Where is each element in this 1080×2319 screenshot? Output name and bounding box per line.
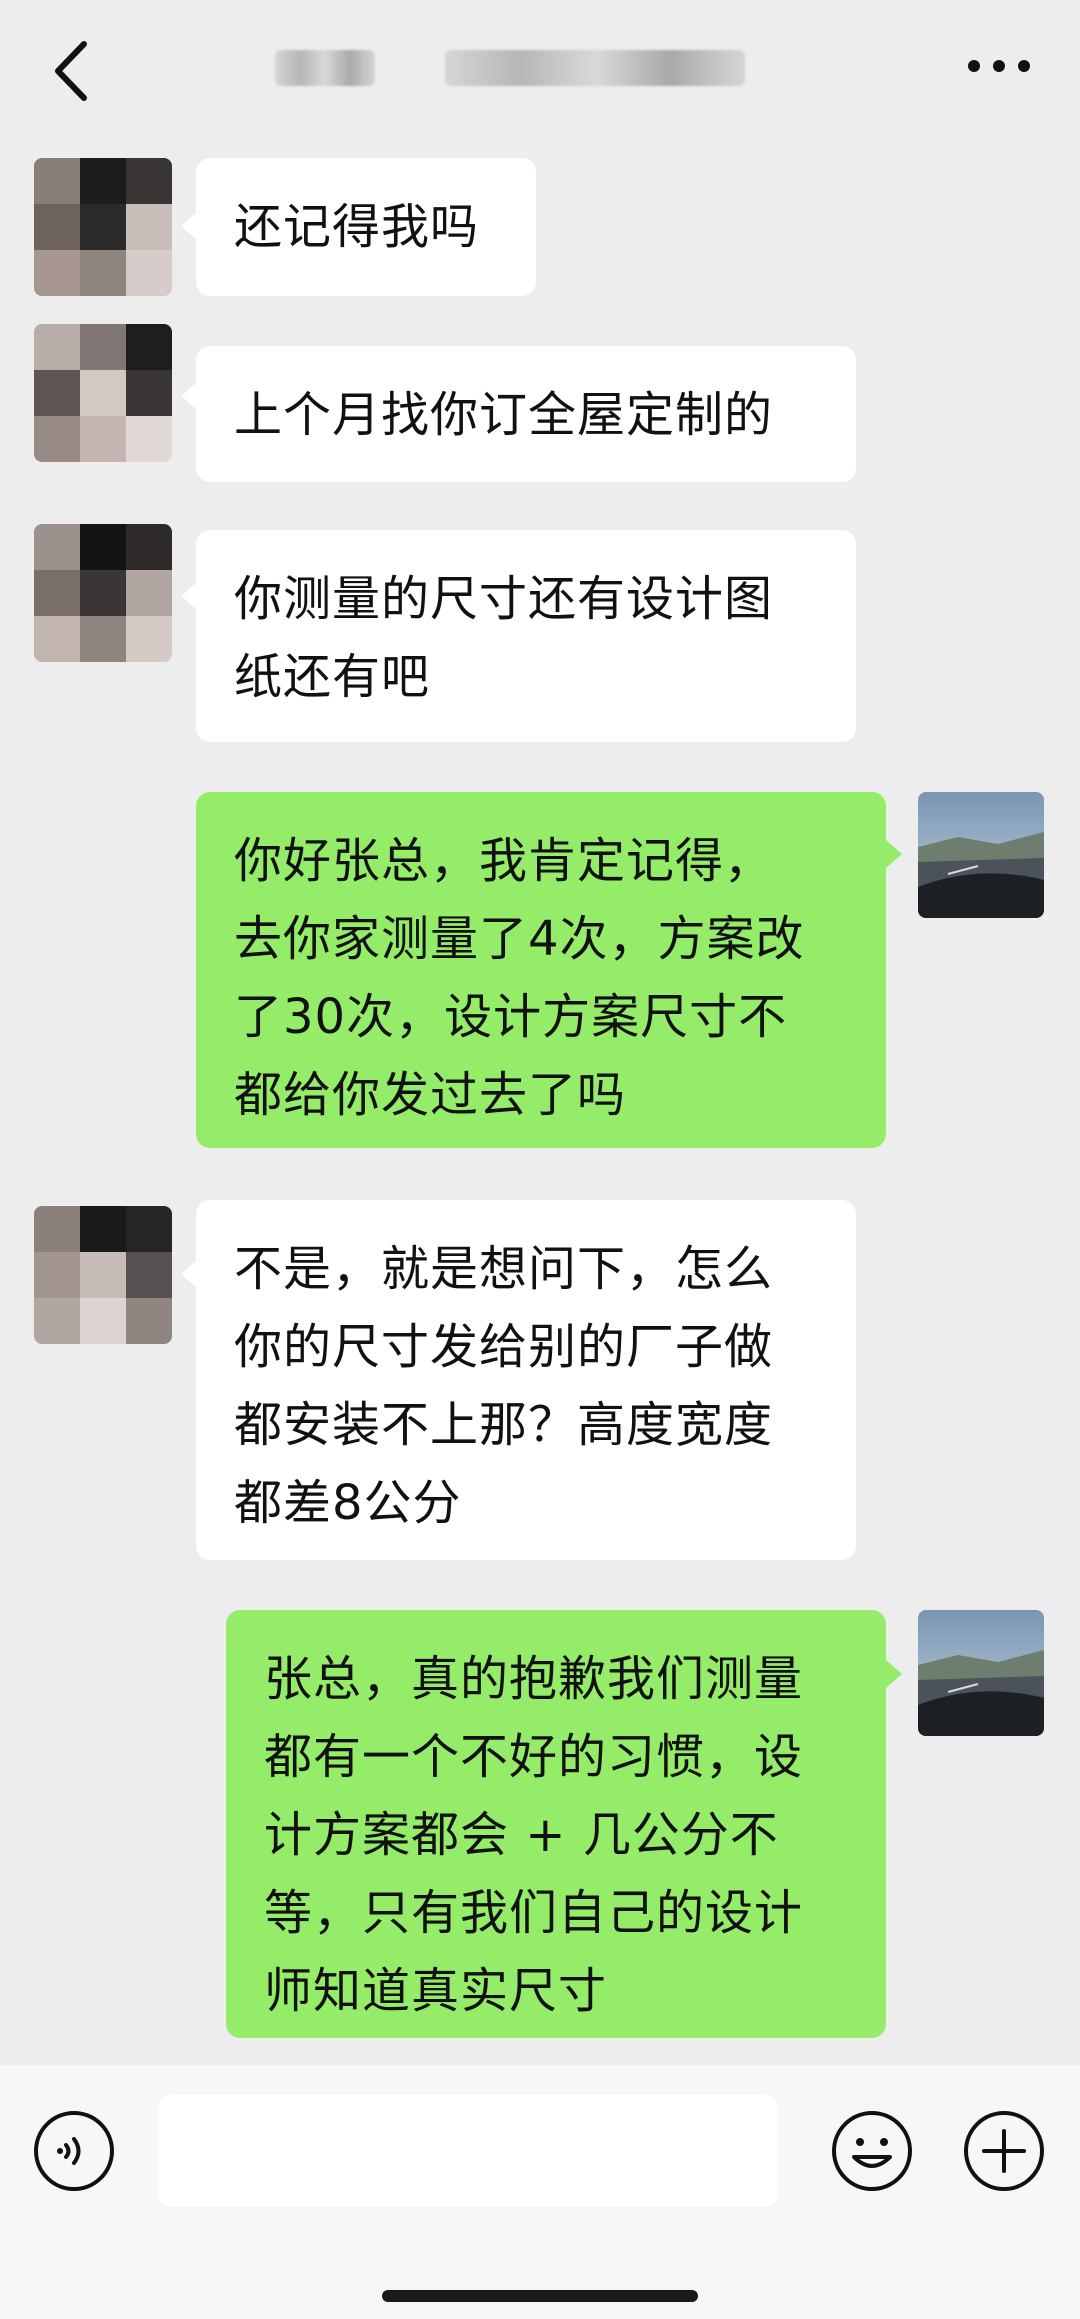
- message-text: 你的尺寸发给别的厂子做: [234, 1319, 774, 1375]
- bubble-tail: [886, 840, 902, 868]
- message-text: 都差8公分: [234, 1475, 462, 1531]
- message-text: 上个月找你订全屋定制的: [234, 387, 774, 443]
- message-text: 计方案都会 + 几公分不: [264, 1807, 779, 1863]
- input-bar: [0, 2065, 1080, 2319]
- message-text: 等，只有我们自己的设计: [264, 1885, 804, 1941]
- contact-avatar[interactable]: [34, 158, 172, 296]
- bubble-tail: [181, 212, 197, 240]
- message-text: 都给你发过去了吗: [234, 1067, 627, 1123]
- bubble-tail: [886, 1660, 902, 1688]
- message-text: 去你家测量了4次，方案改: [234, 911, 805, 967]
- more-dots-icon[interactable]: [964, 52, 1034, 80]
- my-avatar[interactable]: [918, 792, 1044, 918]
- message-bubble-incoming[interactable]: 上个月找你订全屋定制的: [196, 346, 856, 482]
- message-bubble-outgoing[interactable]: 你好张总，我肯定记得， 去你家测量了4次，方案改 了30次，设计方案尺寸不 都给…: [196, 792, 886, 1148]
- message-text: 都有一个不好的习惯，设: [264, 1729, 804, 1785]
- message-text: 了30次，设计方案尺寸不: [234, 989, 788, 1045]
- message-text: 师知道真实尺寸: [264, 1963, 608, 2019]
- voice-icon[interactable]: [32, 2109, 116, 2193]
- message-text: 都安装不上那？高度宽度: [234, 1397, 774, 1453]
- contact-avatar[interactable]: [34, 324, 172, 462]
- blurred-chat-title: [275, 50, 375, 86]
- message-bubble-incoming[interactable]: 你测量的尺寸还有设计图 纸还有吧: [196, 530, 856, 742]
- message-input[interactable]: [158, 2095, 778, 2207]
- emoji-icon[interactable]: [830, 2109, 914, 2193]
- message-text: 还记得我吗: [234, 199, 480, 255]
- message-text: 不是，就是想问下，怎么: [234, 1241, 774, 1297]
- chat-header: [0, 0, 1080, 140]
- message-text: 你好张总，我肯定记得，: [234, 833, 774, 889]
- bubble-tail: [181, 1260, 197, 1288]
- my-avatar[interactable]: [918, 1610, 1044, 1736]
- chevron-left-icon[interactable]: [44, 36, 100, 106]
- message-bubble-incoming[interactable]: 还记得我吗: [196, 158, 536, 296]
- contact-avatar[interactable]: [34, 524, 172, 662]
- message-text: 张总，真的抱歉我们测量: [264, 1651, 804, 1707]
- bubble-tail: [181, 582, 197, 610]
- plus-icon[interactable]: [962, 2109, 1046, 2193]
- message-bubble-outgoing[interactable]: 张总，真的抱歉我们测量 都有一个不好的习惯，设 计方案都会 + 几公分不 等，只…: [226, 1610, 886, 2038]
- message-bubble-incoming[interactable]: 不是，就是想问下，怎么 你的尺寸发给别的厂子做 都安装不上那？高度宽度 都差8公…: [196, 1200, 856, 1560]
- bubble-tail: [181, 382, 197, 410]
- contact-avatar[interactable]: [34, 1206, 172, 1344]
- blurred-chat-title: [445, 50, 745, 86]
- message-text: 你测量的尺寸还有设计图: [234, 571, 774, 627]
- message-text: 纸还有吧: [234, 649, 431, 705]
- home-indicator[interactable]: [382, 2290, 698, 2302]
